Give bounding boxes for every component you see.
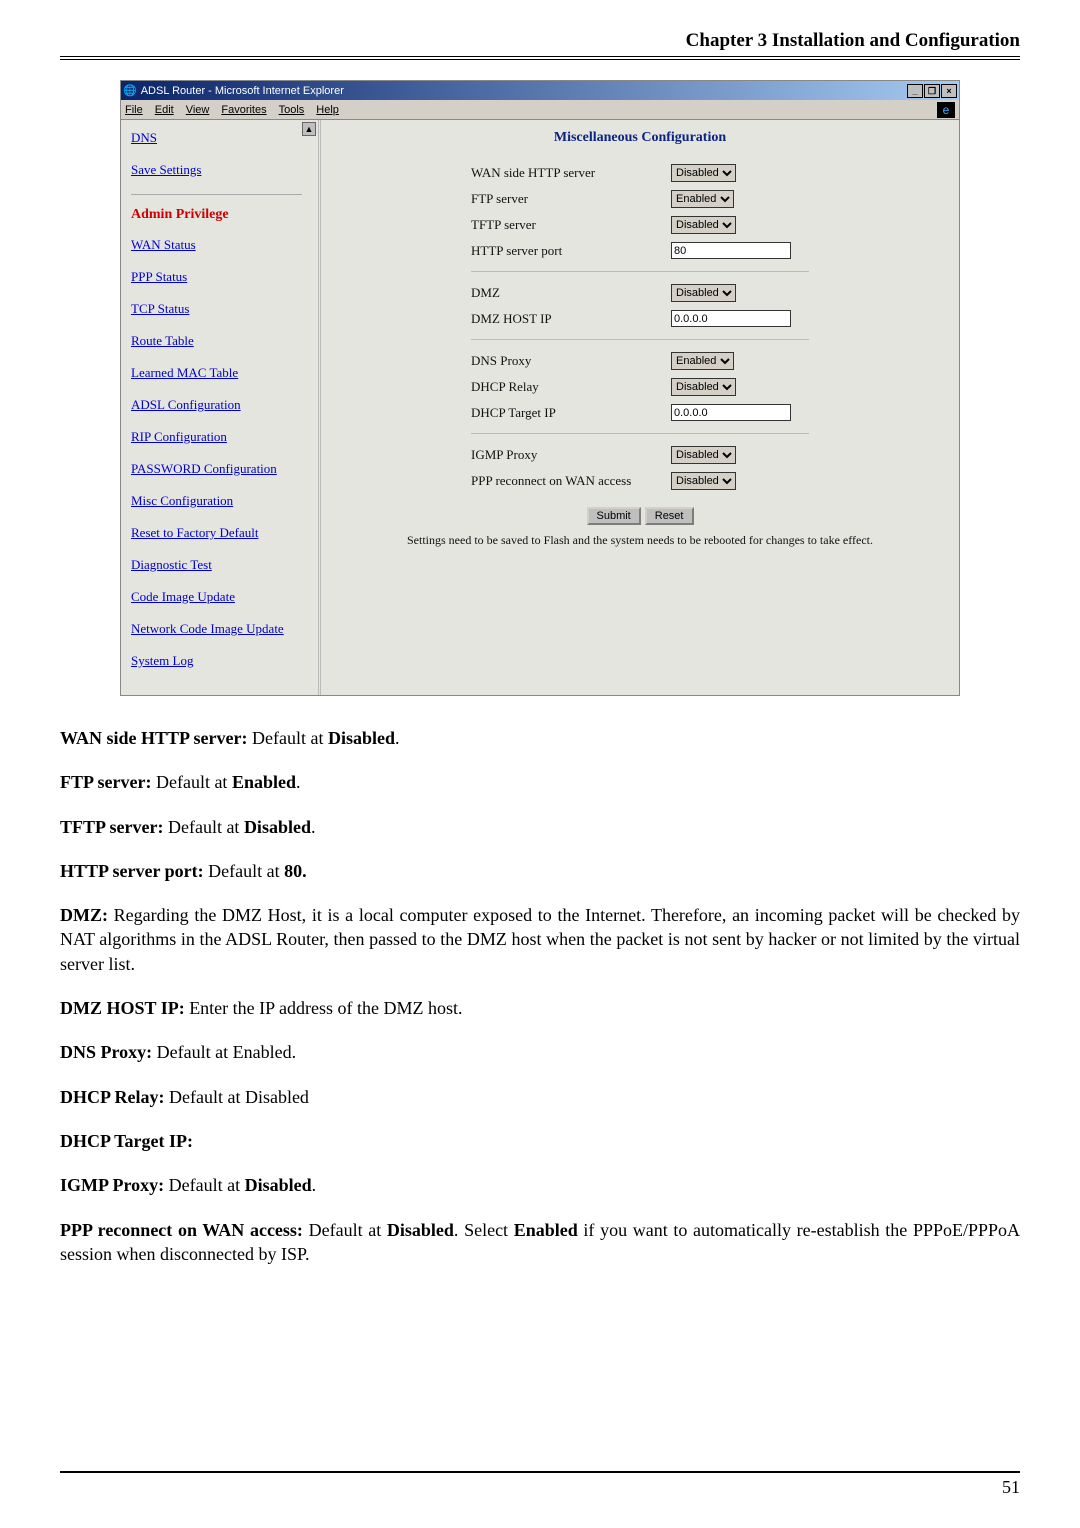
divider-2 bbox=[471, 339, 809, 340]
sidebar-link-dns[interactable]: DNS bbox=[131, 130, 302, 146]
row-dhcp-target: DHCP Target IP bbox=[471, 400, 939, 425]
sidebar-link-misc-config[interactable]: Misc Configuration bbox=[131, 493, 302, 509]
label-dmz-host: DMZ HOST IP bbox=[471, 311, 671, 327]
sidebar-divider bbox=[131, 194, 302, 195]
row-wan-http: WAN side HTTP server Disabled bbox=[471, 160, 939, 186]
label-wan-http: WAN side HTTP server bbox=[471, 165, 671, 181]
select-tftp[interactable]: Disabled bbox=[671, 216, 736, 234]
sidebar-link-network-code-image[interactable]: Network Code Image Update bbox=[131, 621, 302, 637]
row-dns-proxy: DNS Proxy Enabled bbox=[471, 348, 939, 374]
panel-title: Miscellaneous Configuration bbox=[341, 130, 939, 146]
term-dhcp-target: DHCP Target IP: bbox=[60, 1131, 193, 1151]
term-ftp: FTP server: bbox=[60, 772, 151, 792]
select-wan-http[interactable]: Disabled bbox=[671, 164, 736, 182]
sidebar-link-rip-config[interactable]: RIP Configuration bbox=[131, 429, 302, 445]
button-row: Submit Reset bbox=[341, 506, 939, 525]
term-http-port: HTTP server port: bbox=[60, 861, 204, 881]
row-dmz-host: DMZ HOST IP bbox=[471, 306, 939, 331]
term-tftp: TFTP server: bbox=[60, 817, 163, 837]
row-http-port: HTTP server port bbox=[471, 238, 939, 263]
row-ftp: FTP server Enabled bbox=[471, 186, 939, 212]
select-dmz[interactable]: Disabled bbox=[671, 284, 736, 302]
ie-screenshot: 🌐 ADSL Router - Microsoft Internet Explo… bbox=[120, 80, 960, 696]
note-text: Settings need to be saved to Flash and t… bbox=[341, 533, 939, 548]
ie-icon: 🌐 bbox=[123, 84, 137, 97]
sidebar-link-factory-default[interactable]: Reset to Factory Default bbox=[131, 525, 302, 541]
row-dhcp-relay: DHCP Relay Disabled bbox=[471, 374, 939, 400]
window-title: ADSL Router - Microsoft Internet Explore… bbox=[141, 85, 344, 97]
select-dhcp-relay[interactable]: Disabled bbox=[671, 378, 736, 396]
row-igmp: IGMP Proxy Disabled bbox=[471, 442, 939, 468]
menu-view[interactable]: View bbox=[186, 104, 210, 116]
sidebar-link-adsl-config[interactable]: ADSL Configuration bbox=[131, 397, 302, 413]
menu-file[interactable]: File bbox=[125, 104, 143, 116]
input-dmz-host[interactable] bbox=[671, 310, 791, 327]
page-footer: 51 bbox=[60, 1471, 1020, 1498]
row-tftp: TFTP server Disabled bbox=[471, 212, 939, 238]
maximize-button[interactable]: ❐ bbox=[924, 84, 940, 98]
label-dns-proxy: DNS Proxy bbox=[471, 353, 671, 369]
header-rule bbox=[60, 56, 1020, 60]
input-dhcp-target[interactable] bbox=[671, 404, 791, 421]
row-ppp-reconnect: PPP reconnect on WAN access Disabled bbox=[471, 468, 939, 494]
submit-button[interactable]: Submit bbox=[587, 507, 641, 525]
term-dmz-host: DMZ HOST IP: bbox=[60, 998, 185, 1018]
ie-logo-icon: e bbox=[937, 102, 955, 118]
page-number: 51 bbox=[60, 1477, 1020, 1498]
sidebar-link-save[interactable]: Save Settings bbox=[131, 162, 302, 178]
sidebar-link-diagnostic[interactable]: Diagnostic Test bbox=[131, 557, 302, 573]
close-button[interactable]: × bbox=[941, 84, 957, 98]
label-dhcp-relay: DHCP Relay bbox=[471, 379, 671, 395]
label-igmp: IGMP Proxy bbox=[471, 447, 671, 463]
sidebar-link-mac-table[interactable]: Learned MAC Table bbox=[131, 365, 302, 381]
browser-body: ▲ DNS Save Settings Admin Privilege WAN … bbox=[121, 120, 959, 695]
label-dhcp-target: DHCP Target IP bbox=[471, 405, 671, 421]
term-dhcp-relay: DHCP Relay: bbox=[60, 1087, 164, 1107]
chapter-header: Chapter 3 Installation and Configuration bbox=[60, 30, 1020, 52]
main-panel: Miscellaneous Configuration WAN side HTT… bbox=[321, 120, 959, 695]
minimize-button[interactable]: _ bbox=[907, 84, 923, 98]
sidebar-link-ppp-status[interactable]: PPP Status bbox=[131, 269, 302, 285]
menu-favorites[interactable]: Favorites bbox=[221, 104, 266, 116]
sidebar: ▲ DNS Save Settings Admin Privilege WAN … bbox=[121, 120, 321, 695]
label-ppp-reconnect: PPP reconnect on WAN access bbox=[471, 473, 671, 489]
menu-help[interactable]: Help bbox=[316, 104, 339, 116]
select-dns-proxy[interactable]: Enabled bbox=[671, 352, 734, 370]
admin-privilege-heading: Admin Privilege bbox=[131, 207, 302, 223]
input-http-port[interactable] bbox=[671, 242, 791, 259]
titlebar: 🌐 ADSL Router - Microsoft Internet Explo… bbox=[121, 81, 959, 100]
term-wan-http: WAN side HTTP server: bbox=[60, 728, 247, 748]
menubar: File Edit View Favorites Tools Help e bbox=[121, 100, 959, 120]
sidebar-link-tcp-status[interactable]: TCP Status bbox=[131, 301, 302, 317]
sidebar-link-code-image[interactable]: Code Image Update bbox=[131, 589, 302, 605]
window-controls: _ ❐ × bbox=[906, 84, 957, 98]
label-ftp: FTP server bbox=[471, 191, 671, 207]
footer-rule bbox=[60, 1471, 1020, 1473]
select-ppp-reconnect[interactable]: Disabled bbox=[671, 472, 736, 490]
term-igmp: IGMP Proxy: bbox=[60, 1175, 164, 1195]
label-dmz: DMZ bbox=[471, 285, 671, 301]
select-ftp[interactable]: Enabled bbox=[671, 190, 734, 208]
sidebar-link-password-config[interactable]: PASSWORD Configuration bbox=[131, 461, 302, 477]
row-dmz: DMZ Disabled bbox=[471, 280, 939, 306]
menu-edit[interactable]: Edit bbox=[155, 104, 174, 116]
label-http-port: HTTP server port bbox=[471, 243, 671, 259]
reset-button[interactable]: Reset bbox=[645, 507, 694, 525]
scroll-up-icon[interactable]: ▲ bbox=[302, 122, 316, 136]
term-dmz: DMZ: bbox=[60, 905, 108, 925]
select-igmp[interactable]: Disabled bbox=[671, 446, 736, 464]
term-dns-proxy: DNS Proxy: bbox=[60, 1042, 152, 1062]
divider-1 bbox=[471, 271, 809, 272]
label-tftp: TFTP server bbox=[471, 217, 671, 233]
sidebar-link-route-table[interactable]: Route Table bbox=[131, 333, 302, 349]
document-body: WAN side HTTP server: Default at Disable… bbox=[60, 726, 1020, 1266]
divider-3 bbox=[471, 433, 809, 434]
sidebar-link-system-log[interactable]: System Log bbox=[131, 653, 302, 669]
menu-tools[interactable]: Tools bbox=[279, 104, 305, 116]
term-ppp-reconnect: PPP reconnect on WAN access: bbox=[60, 1220, 303, 1240]
sidebar-link-wan-status[interactable]: WAN Status bbox=[131, 237, 302, 253]
